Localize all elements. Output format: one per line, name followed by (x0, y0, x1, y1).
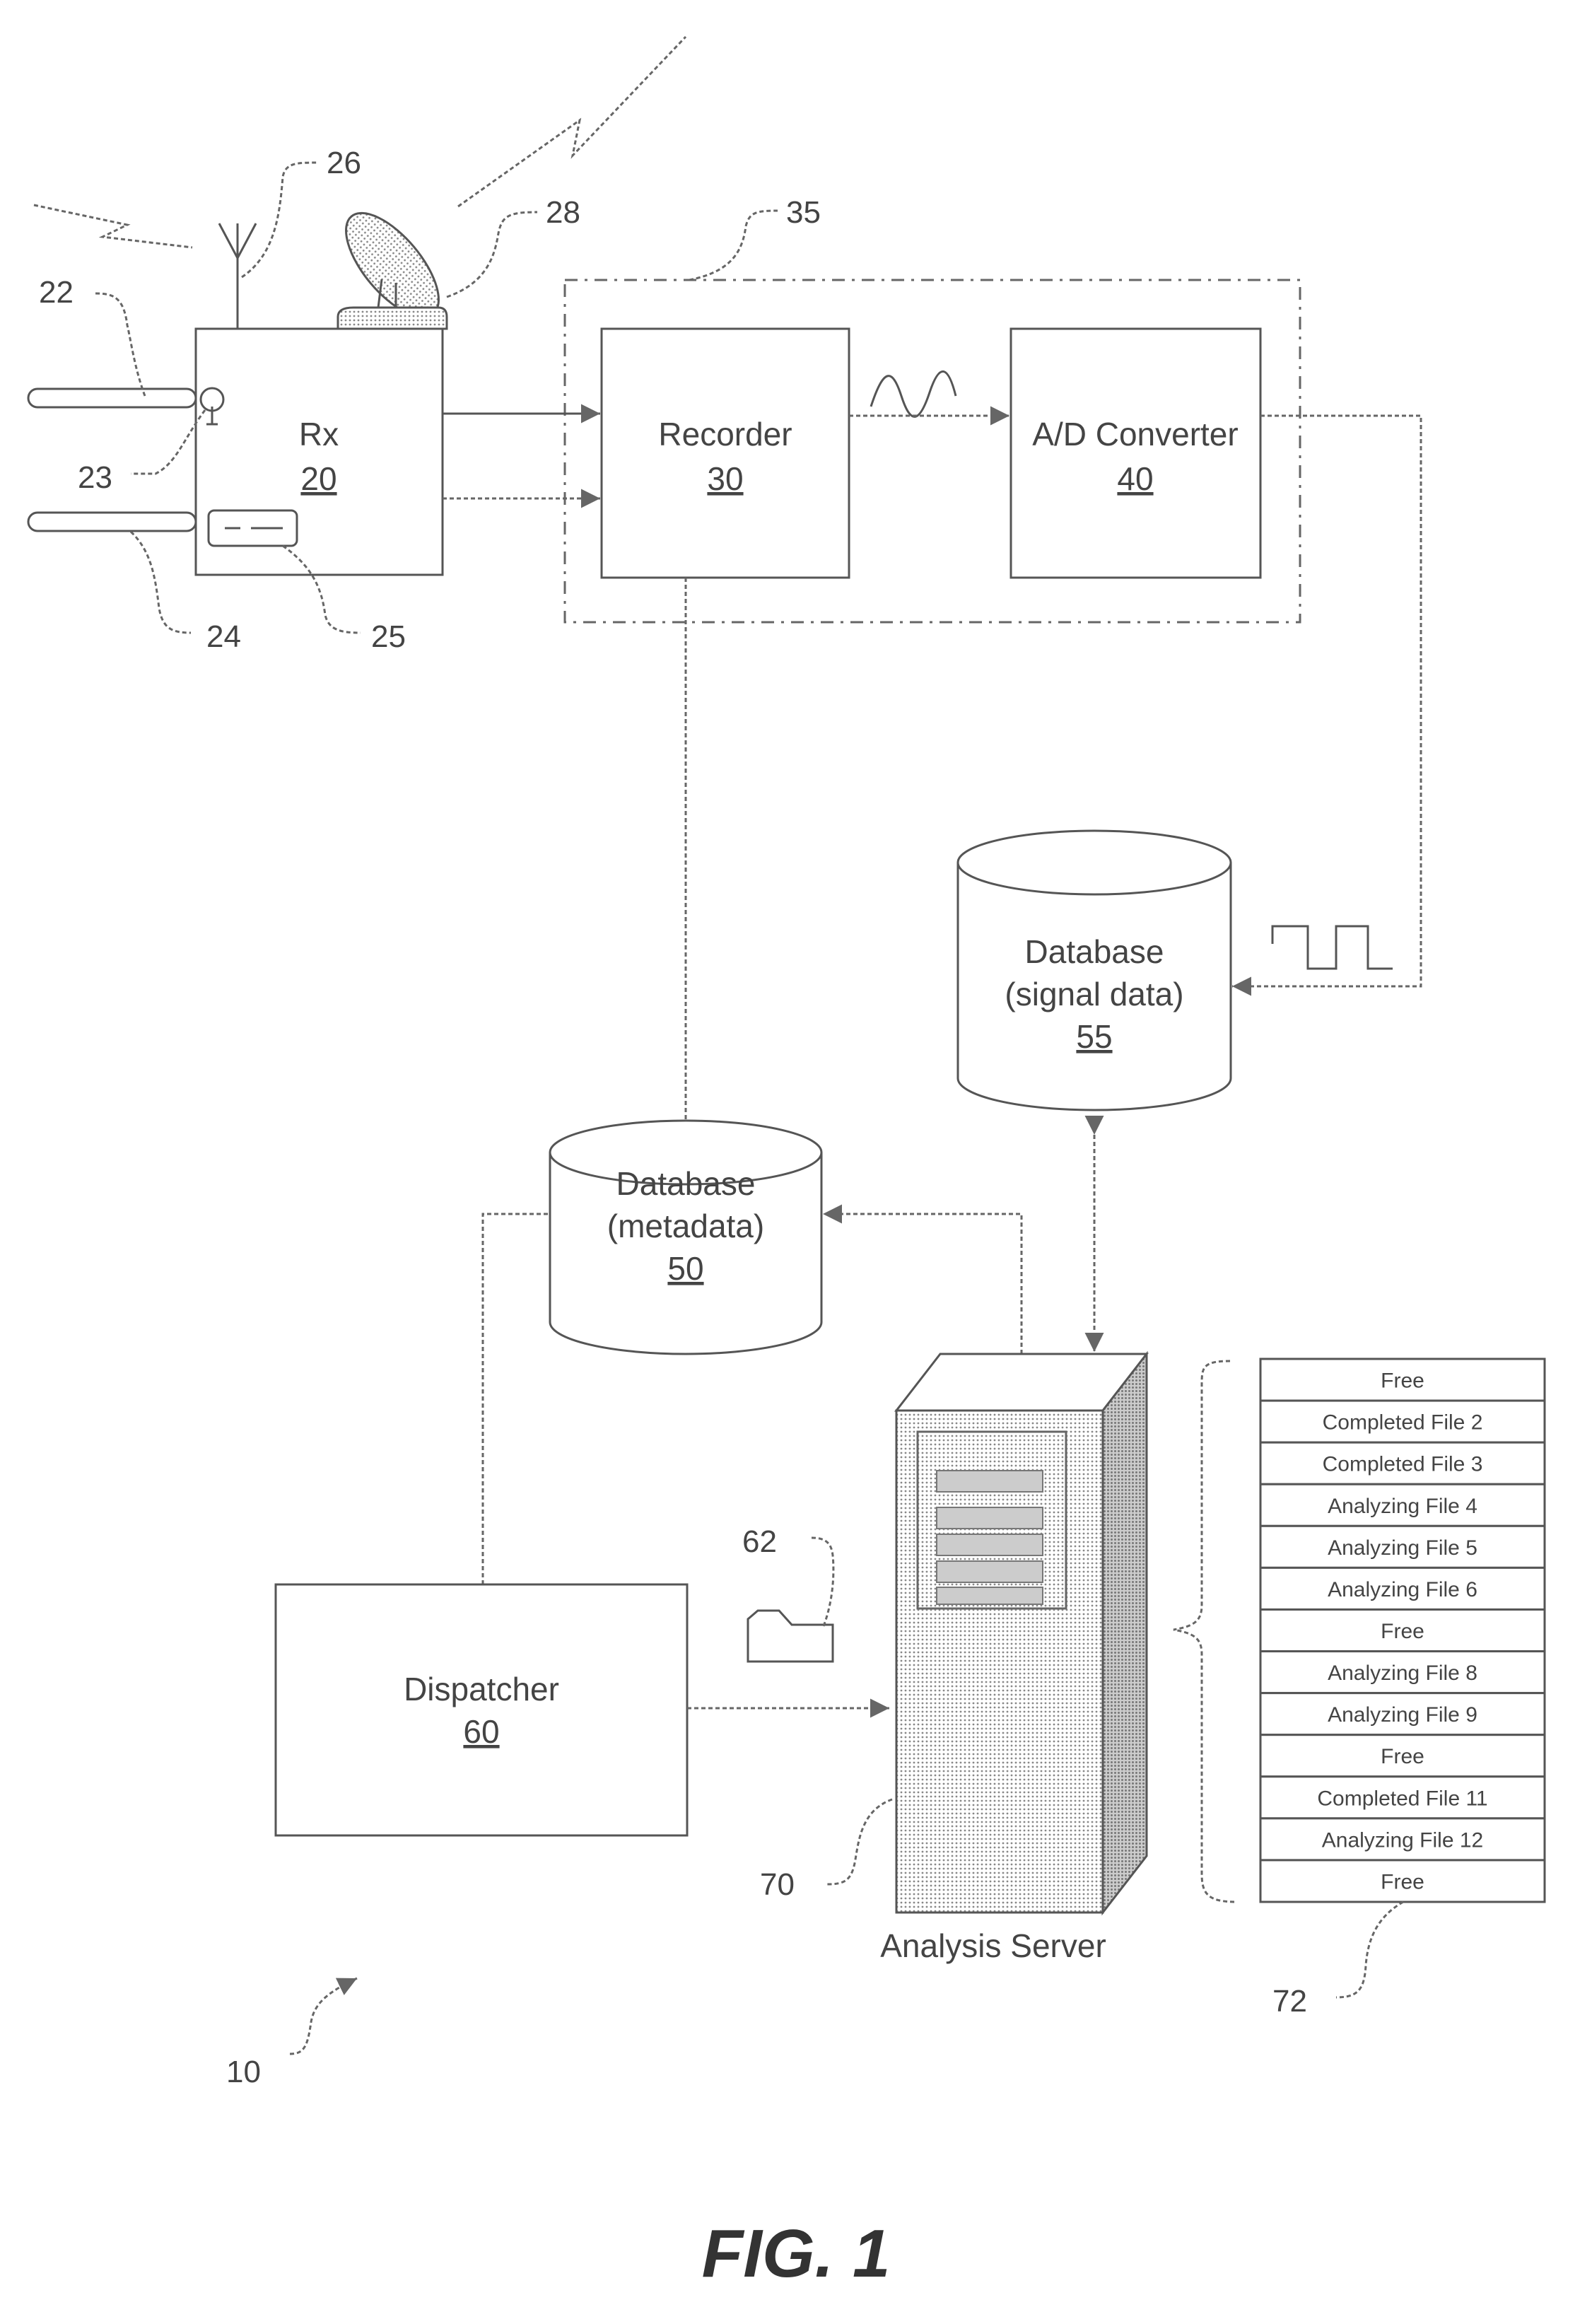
system-ref: 10 (226, 2055, 261, 2089)
leader-24 (129, 530, 192, 634)
analog-signal-icon (870, 370, 957, 418)
leader-28 (446, 211, 538, 298)
ref-22: 22 (39, 275, 74, 310)
slot-table: Free Completed File 2 Completed File 3 Anal… (1259, 1357, 1546, 1903)
receiver-ref: 20 (300, 460, 336, 497)
slot-label: Free (1381, 1870, 1424, 1893)
ref-35: 35 (786, 195, 821, 230)
dispatcher-ref: 60 (463, 1713, 499, 1750)
recorder-label: Recorder (658, 416, 792, 452)
leader-72 (1335, 1900, 1404, 1999)
leader-35 (689, 209, 778, 281)
leader-70 (826, 1798, 893, 1886)
slot-label: Free (1381, 1745, 1424, 1768)
digital-signal-icon (1271, 925, 1393, 970)
slot-label: Free (1381, 1370, 1424, 1393)
server-label: Analysis Server (880, 1927, 1106, 1964)
recorder-box (600, 327, 850, 579)
slot-label: Analyzing File 4 (1328, 1495, 1477, 1518)
figure-caption: FIG. 1 (702, 2216, 891, 2291)
ref-72: 72 (1272, 1984, 1307, 2019)
db-metadata-line1: Database (616, 1165, 756, 1202)
ad-converter-ref: 40 (1117, 460, 1153, 497)
antenna-icon (218, 161, 319, 329)
cable-input-icon-2 (27, 509, 298, 547)
db-signal-line2: (signal data) (1005, 976, 1183, 1012)
slot-label: Analyzing File 5 (1328, 1536, 1477, 1560)
ref-28: 28 (546, 195, 580, 230)
slot-label: Analyzing File 9 (1328, 1703, 1477, 1727)
ref-70: 70 (760, 1867, 795, 1902)
ref-26: 26 (327, 146, 361, 180)
db-signal-ref: 55 (1076, 1018, 1112, 1055)
slot-label: Completed File 11 (1317, 1787, 1487, 1810)
cable-input-icon (27, 387, 225, 426)
server-tower-icon (894, 1350, 1149, 1916)
file-folder-icon (747, 1609, 834, 1663)
recorder-ref: 30 (707, 460, 743, 497)
dispatcher-box (274, 1583, 689, 1837)
ref-62: 62 (742, 1524, 777, 1559)
slots-brace (1173, 1360, 1238, 1903)
db-signal-cylinder (956, 829, 1232, 1111)
ad-converter-label: A/D Converter (1032, 416, 1238, 452)
slot-label: Completed File 3 (1323, 1453, 1483, 1476)
slot-label: Analyzing File 8 (1328, 1662, 1477, 1685)
db-metadata-ref: 50 (667, 1250, 703, 1287)
leader-22 (95, 292, 146, 397)
ref-24: 24 (206, 619, 241, 654)
system-diagram: 26 28 Rx 20 22 23 24 25 35 Recorder 30 A… (27, 35, 1546, 2291)
db-metadata-line2: (metadata) (607, 1208, 764, 1244)
slot-label: Analyzing File 12 (1322, 1828, 1483, 1852)
receiver-label: Rx (299, 416, 339, 452)
line-dispatcher-db-metadata (481, 1213, 550, 1584)
leader-10 (289, 1977, 358, 2055)
dispatcher-label: Dispatcher (404, 1671, 559, 1707)
db-signal-line1: Database (1025, 933, 1164, 970)
ref-23: 23 (78, 460, 112, 495)
ref-25: 25 (371, 619, 406, 654)
leader-62 (811, 1536, 835, 1627)
leader-23 (131, 409, 206, 475)
ad-converter-box (1009, 327, 1262, 579)
slot-label: Analyzing File 6 (1328, 1578, 1477, 1601)
slot-label: Completed File 2 (1323, 1411, 1483, 1435)
satellite-dish-icon (336, 211, 448, 330)
slot-label: Free (1381, 1620, 1424, 1643)
